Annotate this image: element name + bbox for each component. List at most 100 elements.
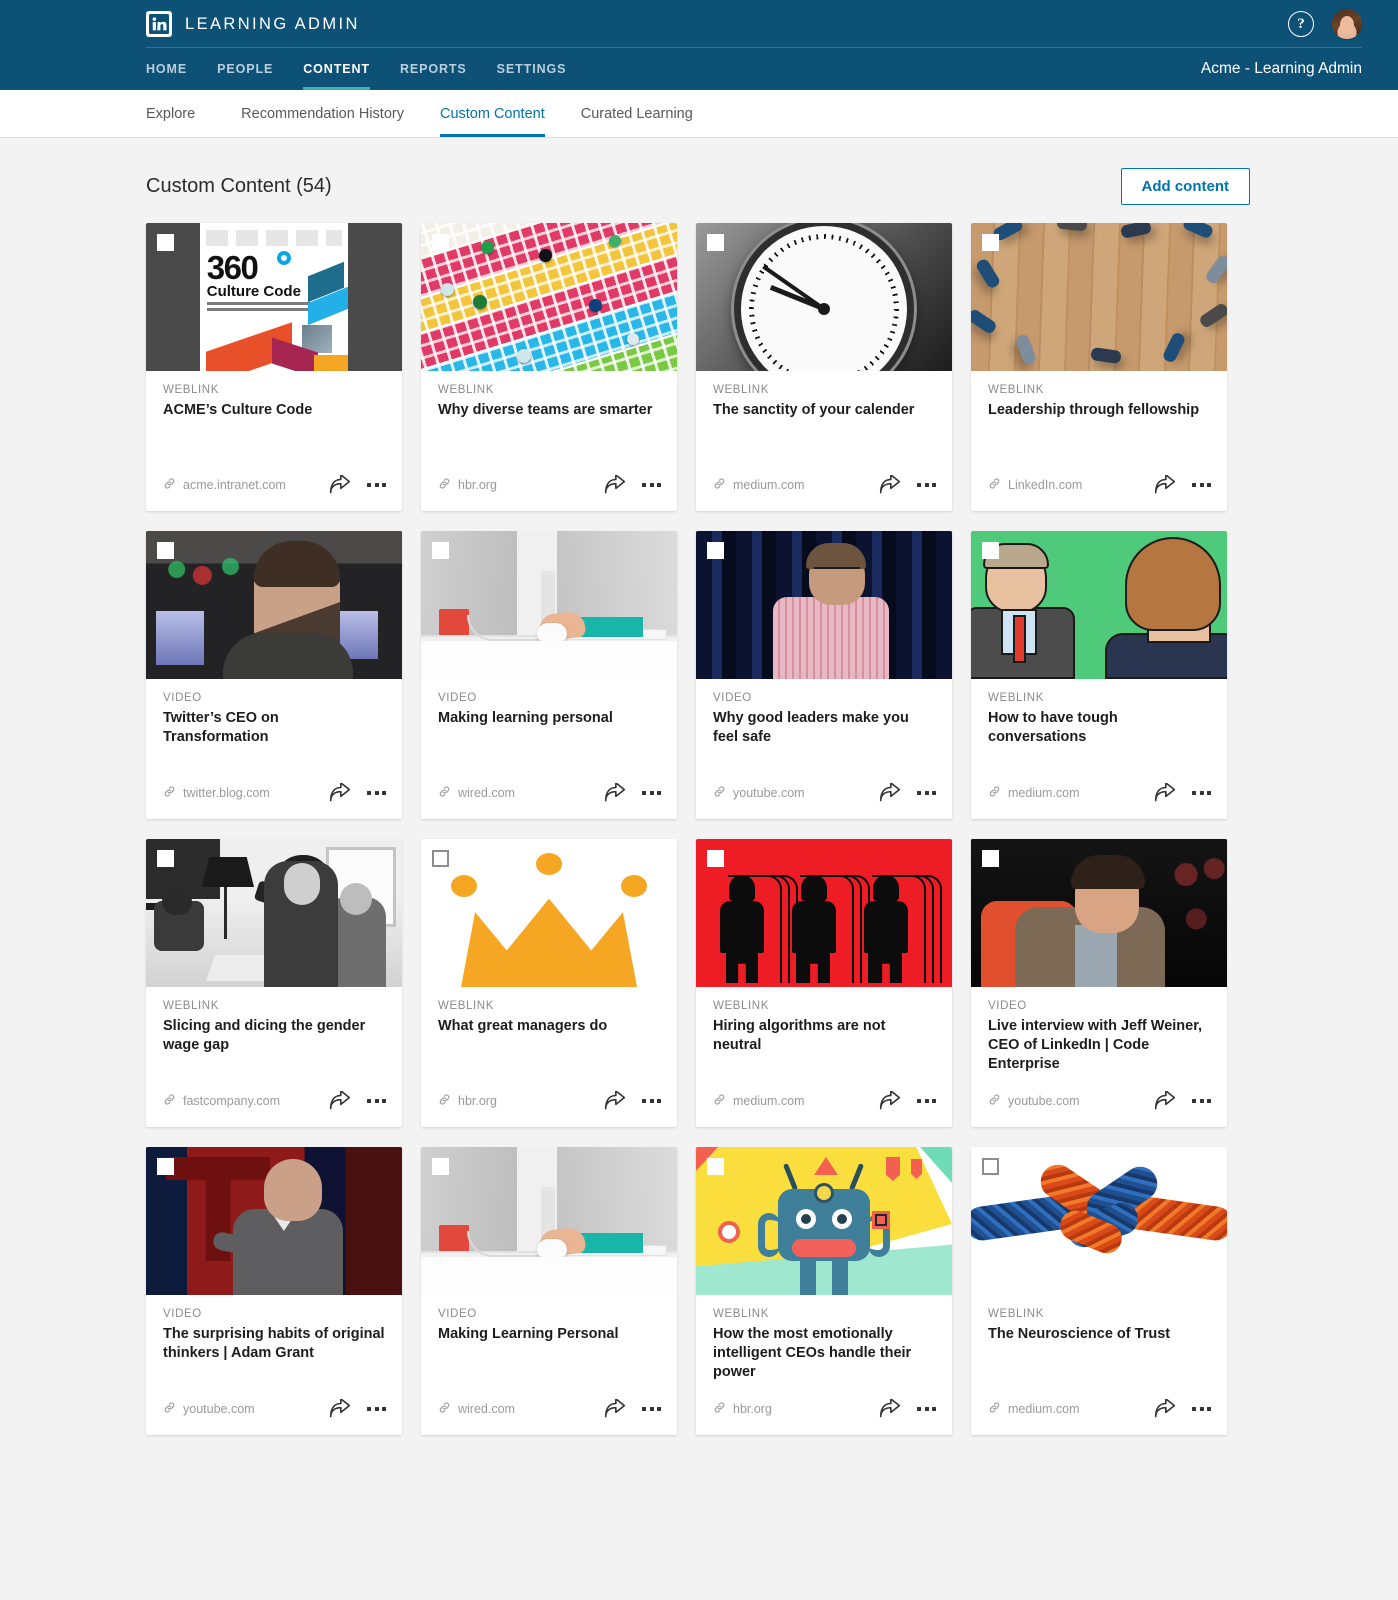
- card-title[interactable]: Twitter’s CEO on Transformation: [163, 709, 385, 747]
- nav-item-settings[interactable]: SETTINGS: [482, 48, 582, 90]
- content-card[interactable]: WEBLINK Slicing and dicing the gender wa…: [146, 839, 402, 1127]
- share-arrow-icon[interactable]: [329, 783, 351, 803]
- more-horizontal-icon[interactable]: [1192, 483, 1211, 487]
- more-horizontal-icon[interactable]: [1192, 791, 1211, 795]
- card-thumbnail[interactable]: [146, 1147, 402, 1295]
- share-arrow-icon[interactable]: [329, 475, 351, 495]
- share-arrow-icon[interactable]: [879, 1399, 901, 1419]
- checkbox-unchecked-icon[interactable]: [432, 850, 449, 867]
- card-thumbnail[interactable]: [696, 531, 952, 679]
- card-thumbnail[interactable]: [971, 839, 1227, 987]
- card-title[interactable]: Slicing and dicing the gender wage gap: [163, 1017, 385, 1055]
- checkbox-unchecked-icon[interactable]: [432, 542, 449, 559]
- content-card[interactable]: VIDEO Making learning personal wired.com: [421, 531, 677, 819]
- checkbox-unchecked-icon[interactable]: [707, 1158, 724, 1175]
- checkbox-unchecked-icon[interactable]: [707, 234, 724, 251]
- content-card[interactable]: WEBLINK How to have tough conversations …: [971, 531, 1227, 819]
- more-horizontal-icon[interactable]: [367, 483, 386, 487]
- checkbox-unchecked-icon[interactable]: [157, 234, 174, 251]
- nav-item-people[interactable]: PEOPLE: [202, 48, 288, 90]
- card-title[interactable]: What great managers do: [438, 1017, 660, 1036]
- checkbox-unchecked-icon[interactable]: [982, 542, 999, 559]
- card-title[interactable]: Making Learning Personal: [438, 1325, 660, 1344]
- card-title[interactable]: Live interview with Jeff Weiner, CEO of …: [988, 1017, 1210, 1074]
- checkbox-unchecked-icon[interactable]: [707, 850, 724, 867]
- content-card[interactable]: VIDEO Twitter’s CEO on Transformation tw…: [146, 531, 402, 819]
- checkbox-unchecked-icon[interactable]: [432, 234, 449, 251]
- card-title[interactable]: How the most emotionally intelligent CEO…: [713, 1325, 935, 1382]
- tab-curated-learning[interactable]: Curated Learning: [563, 90, 711, 137]
- card-title[interactable]: Why diverse teams are smarter: [438, 401, 660, 420]
- card-title[interactable]: ACME’s Culture Code: [163, 401, 385, 420]
- card-source-link[interactable]: wired.com: [438, 785, 515, 801]
- checkbox-unchecked-icon[interactable]: [982, 850, 999, 867]
- card-thumbnail[interactable]: [146, 531, 402, 679]
- share-arrow-icon[interactable]: [879, 1091, 901, 1111]
- avatar[interactable]: [1332, 9, 1362, 39]
- checkbox-unchecked-icon[interactable]: [707, 542, 724, 559]
- more-horizontal-icon[interactable]: [917, 1407, 936, 1411]
- card-thumbnail[interactable]: [421, 1147, 677, 1295]
- card-title[interactable]: How to have tough conversations: [988, 709, 1210, 747]
- content-card[interactable]: VIDEO The surprising habits of original …: [146, 1147, 402, 1435]
- share-arrow-icon[interactable]: [1154, 783, 1176, 803]
- card-source-link[interactable]: hbr.org: [713, 1401, 772, 1417]
- card-source-link[interactable]: medium.com: [988, 1401, 1080, 1417]
- content-card[interactable]: VIDEO Why good leaders make you feel saf…: [696, 531, 952, 819]
- card-source-link[interactable]: youtube.com: [713, 785, 805, 801]
- card-title[interactable]: Hiring algorithms are not neutral: [713, 1017, 935, 1055]
- more-horizontal-icon[interactable]: [642, 791, 661, 795]
- linkedin-logo-icon[interactable]: [146, 11, 172, 37]
- share-arrow-icon[interactable]: [1154, 1091, 1176, 1111]
- card-title[interactable]: The sanctity of your calender: [713, 401, 935, 420]
- content-card[interactable]: WEBLINK The Neuroscience of Trust medium…: [971, 1147, 1227, 1435]
- nav-item-home[interactable]: HOME: [146, 48, 202, 90]
- content-card[interactable]: WEBLINK What great managers do hbr.org: [421, 839, 677, 1127]
- card-source-link[interactable]: wired.com: [438, 1401, 515, 1417]
- card-thumbnail[interactable]: [421, 839, 677, 987]
- share-arrow-icon[interactable]: [604, 1399, 626, 1419]
- card-thumbnail[interactable]: [971, 531, 1227, 679]
- help-circle-icon[interactable]: ?: [1288, 11, 1314, 37]
- content-card[interactable]: 360 Culture Code WEBLINK ACME’s Culture …: [146, 223, 402, 511]
- card-title[interactable]: Why good leaders make you feel safe: [713, 709, 935, 747]
- more-horizontal-icon[interactable]: [367, 1407, 386, 1411]
- checkbox-unchecked-icon[interactable]: [157, 542, 174, 559]
- tab-explore[interactable]: Explore: [146, 90, 223, 137]
- more-horizontal-icon[interactable]: [917, 1099, 936, 1103]
- share-arrow-icon[interactable]: [1154, 1399, 1176, 1419]
- nav-item-reports[interactable]: REPORTS: [385, 48, 482, 90]
- checkbox-unchecked-icon[interactable]: [432, 1158, 449, 1175]
- tab-recommendation-history[interactable]: Recommendation History: [223, 90, 422, 137]
- card-title[interactable]: The Neuroscience of Trust: [988, 1325, 1210, 1344]
- card-source-link[interactable]: medium.com: [713, 1093, 805, 1109]
- more-horizontal-icon[interactable]: [1192, 1099, 1211, 1103]
- card-thumbnail[interactable]: [421, 531, 677, 679]
- share-arrow-icon[interactable]: [329, 1399, 351, 1419]
- card-source-link[interactable]: hbr.org: [438, 1093, 497, 1109]
- card-title[interactable]: The surprising habits of original thinke…: [163, 1325, 385, 1363]
- checkbox-unchecked-icon[interactable]: [157, 850, 174, 867]
- card-thumbnail[interactable]: [146, 839, 402, 987]
- card-source-link[interactable]: medium.com: [713, 477, 805, 493]
- checkbox-unchecked-icon[interactable]: [157, 1158, 174, 1175]
- checkbox-unchecked-icon[interactable]: [982, 1158, 999, 1175]
- content-card[interactable]: VIDEO Making Learning Personal wired.com: [421, 1147, 677, 1435]
- share-arrow-icon[interactable]: [604, 783, 626, 803]
- more-horizontal-icon[interactable]: [367, 1099, 386, 1103]
- content-card[interactable]: WEBLINK Leadership through fellowship Li…: [971, 223, 1227, 511]
- nav-item-content[interactable]: CONTENT: [288, 48, 385, 90]
- content-card[interactable]: WEBLINK Why diverse teams are smarter hb…: [421, 223, 677, 511]
- card-title[interactable]: Leadership through fellowship: [988, 401, 1210, 420]
- share-arrow-icon[interactable]: [1154, 475, 1176, 495]
- more-horizontal-icon[interactable]: [917, 483, 936, 487]
- more-horizontal-icon[interactable]: [1192, 1407, 1211, 1411]
- share-arrow-icon[interactable]: [604, 1091, 626, 1111]
- share-arrow-icon[interactable]: [604, 475, 626, 495]
- share-arrow-icon[interactable]: [329, 1091, 351, 1111]
- content-card[interactable]: WEBLINK The sanctity of your calender me…: [696, 223, 952, 511]
- card-source-link[interactable]: LinkedIn.com: [988, 477, 1082, 493]
- card-thumbnail[interactable]: 360 Culture Code: [146, 223, 402, 371]
- card-thumbnail[interactable]: [696, 1147, 952, 1295]
- card-title[interactable]: Making learning personal: [438, 709, 660, 728]
